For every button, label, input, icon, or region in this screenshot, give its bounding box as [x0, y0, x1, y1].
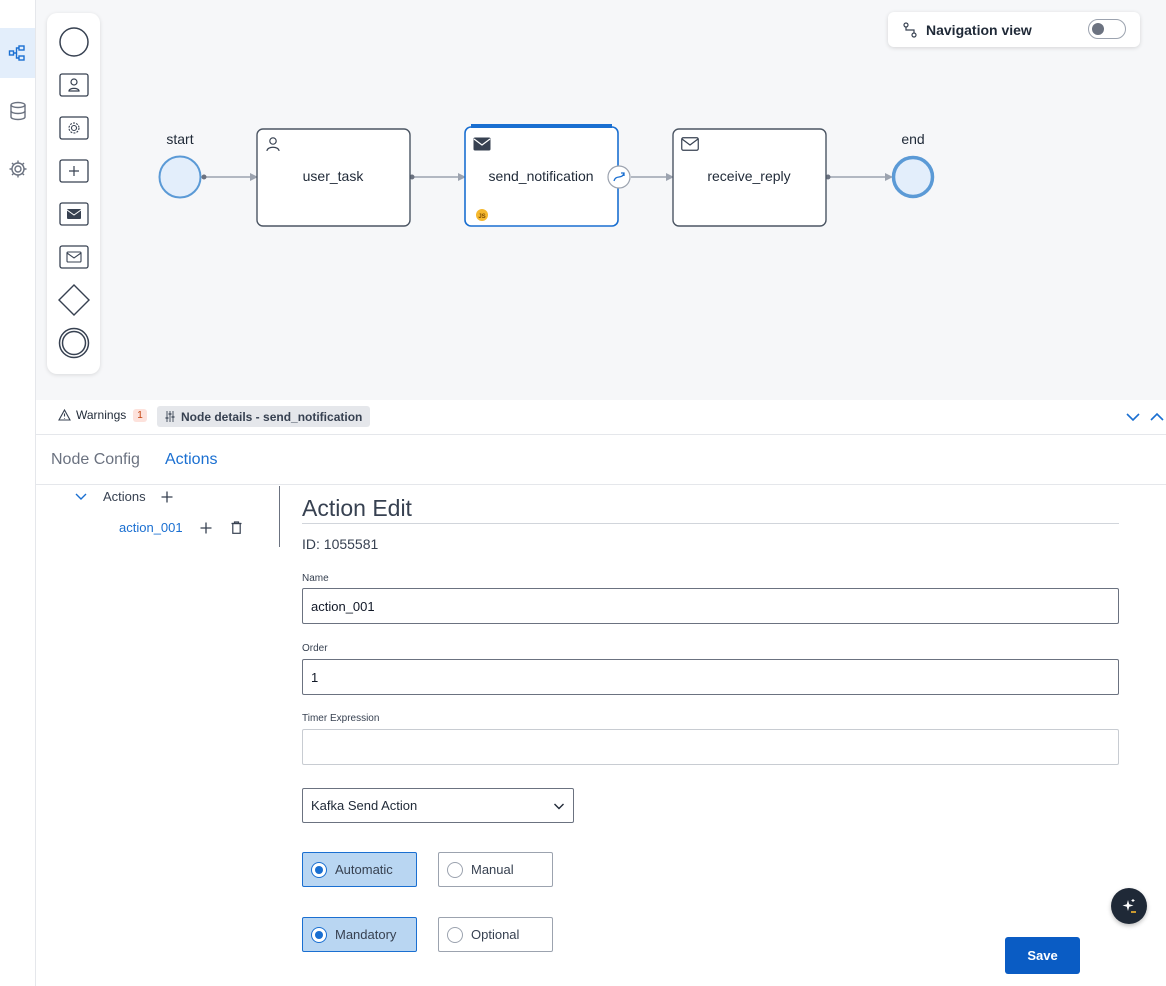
timer-expression-input[interactable]	[302, 729, 1119, 765]
action-type-select[interactable]: Kafka Send Action	[302, 788, 574, 823]
sparkle-icon	[1122, 899, 1136, 913]
left-rail	[0, 0, 36, 986]
ai-assistant-button[interactable]	[1111, 888, 1147, 924]
app-root: Navigation view start user_task send_not…	[0, 0, 1166, 986]
form-title: Action Edit	[302, 495, 412, 521]
sliders-icon	[165, 411, 175, 422]
delete-icon[interactable]	[231, 521, 242, 534]
radio-mandatory[interactable]: Mandatory	[302, 917, 417, 952]
database-icon	[9, 101, 26, 121]
warning-icon	[58, 409, 71, 421]
warnings-count-badge: 1	[133, 408, 147, 422]
radio-automatic-label: Automatic	[335, 862, 393, 877]
radio-manual-label: Manual	[471, 862, 514, 877]
process-tree-icon	[8, 45, 25, 61]
send-notification-label: send_notification	[488, 168, 593, 184]
receive-reply-label: receive_reply	[707, 168, 790, 184]
action-id: ID: 1055581	[302, 536, 379, 552]
add-action-icon[interactable]	[161, 491, 173, 503]
tab-node-config[interactable]: Node Config	[51, 451, 140, 469]
timer-expression-label: Timer Expression	[302, 713, 380, 724]
actions-tree-label[interactable]: Actions	[103, 489, 146, 504]
name-label: Name	[302, 573, 329, 584]
node-details-tab[interactable]: Node details - send_notification	[157, 406, 371, 427]
warnings-tab[interactable]: Warnings 1	[58, 408, 147, 422]
radio-mandatory-label: Mandatory	[335, 927, 397, 942]
name-input[interactable]	[302, 588, 1119, 624]
rail-settings-button[interactable]	[0, 144, 35, 194]
details-tab-strip: Warnings 1 Node details - send_notificat…	[36, 400, 1166, 435]
tab-actions[interactable]: Actions	[165, 451, 217, 469]
user-task-label: user_task	[303, 168, 365, 184]
js-badge-text: JS	[478, 214, 485, 220]
node-details-label: Node details - send_notification	[181, 409, 363, 424]
chevron-down-icon[interactable]	[74, 490, 88, 504]
order-label: Order	[302, 643, 328, 654]
process-canvas[interactable]: Navigation view start user_task send_not…	[36, 0, 1166, 400]
details-tabs: Node Config Actions	[36, 436, 1166, 485]
radio-dot	[311, 861, 327, 878]
start-event-label: start	[166, 131, 193, 147]
warnings-label: Warnings	[76, 408, 127, 422]
radio-dot	[311, 926, 327, 943]
radio-dot	[447, 926, 463, 943]
add-child-icon[interactable]	[200, 522, 212, 534]
radio-dot	[447, 861, 463, 878]
tree-divider	[279, 486, 280, 547]
receive-reply-node[interactable]: receive_reply	[672, 128, 827, 227]
rail-process-button[interactable]	[0, 28, 35, 78]
user-task-node[interactable]: user_task	[256, 128, 411, 227]
rail-database-button[interactable]	[0, 86, 35, 136]
action-type-value: Kafka Send Action	[311, 798, 418, 813]
send-message-icon	[473, 137, 491, 151]
gear-icon	[9, 160, 26, 178]
bpmn-diagram: start user_task send_notification JS rec…	[158, 124, 935, 227]
radio-optional-label: Optional	[471, 927, 520, 942]
radio-automatic[interactable]: Automatic	[302, 852, 417, 887]
save-button[interactable]: Save	[1005, 937, 1080, 974]
end-event-label: end	[901, 131, 924, 147]
radio-optional[interactable]: Optional	[438, 917, 553, 952]
action-001-label[interactable]: action_001	[119, 520, 183, 535]
expand-up-icon[interactable]	[1149, 409, 1165, 425]
collapse-down-icon[interactable]	[1125, 409, 1141, 425]
title-divider	[302, 523, 1119, 524]
end-event-node[interactable]: end	[891, 131, 935, 199]
tree-item-action-001[interactable]: action_001	[119, 520, 242, 535]
flow-dot	[201, 174, 207, 180]
order-input[interactable]	[302, 659, 1119, 695]
actions-tree-root: Actions	[74, 489, 173, 504]
start-event-node[interactable]: start	[158, 131, 202, 199]
send-notification-node[interactable]: send_notification JS	[464, 124, 631, 227]
chevron-down-icon	[554, 803, 564, 810]
radio-manual[interactable]: Manual	[438, 852, 553, 887]
